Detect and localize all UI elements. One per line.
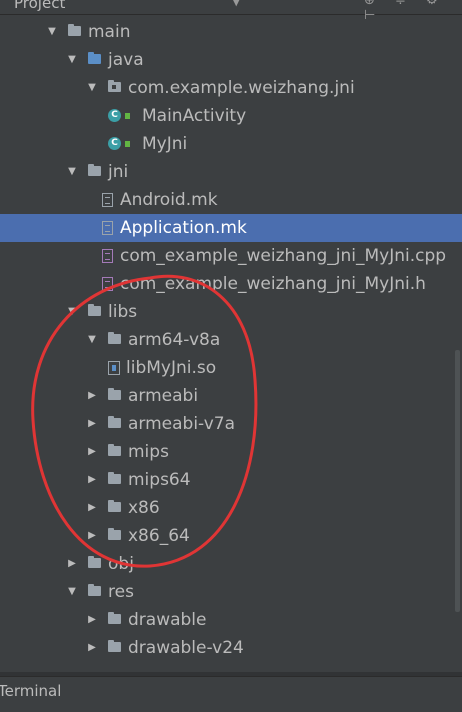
chevron-right-icon[interactable]: ▶ <box>86 494 98 522</box>
tree-row[interactable]: com_example_weizhang_jni_MyJni.h <box>0 270 462 298</box>
tree-row[interactable]: ▼ com.example.weizhang.jni <box>0 74 462 102</box>
tree-row[interactable]: libMyJni.so <box>0 354 462 382</box>
project-title[interactable]: Project <box>14 0 65 12</box>
tree-item-label: x86 <box>128 498 160 518</box>
lock-icon <box>125 113 130 119</box>
vertical-scrollbar[interactable] <box>455 350 460 612</box>
bottom-tool-bar: Terminal <box>0 676 462 712</box>
tree-item-label: libs <box>108 302 138 322</box>
chevron-right-icon[interactable]: ▶ <box>66 550 78 578</box>
tree-row[interactable]: ▶ drawable <box>0 606 462 634</box>
tree-item-label: obj <box>108 554 134 574</box>
tree-row[interactable]: ▶ mips64 <box>0 466 462 494</box>
folder-icon <box>108 388 121 400</box>
class-icon: C <box>108 137 121 150</box>
tree-row[interactable]: Android.mk <box>0 186 462 214</box>
tree-item-label: MainActivity <box>142 106 247 126</box>
folder-icon <box>108 444 121 456</box>
tree-item-label: jni <box>108 162 129 182</box>
tree-row[interactable]: ▶ armeabi-v7a <box>0 410 462 438</box>
tree-item-label: Android.mk <box>120 190 218 210</box>
tree-row[interactable]: ▶ x86_64 <box>0 522 462 550</box>
folder-icon <box>88 556 101 568</box>
header-file-icon <box>102 277 113 291</box>
tree-item-label: java <box>108 50 144 70</box>
folder-icon <box>88 164 101 176</box>
cpp-file-icon <box>102 249 113 263</box>
tree-row[interactable]: com_example_weizhang_jni_MyJni.cpp <box>0 242 462 270</box>
tree-row[interactable]: ▶ x86 <box>0 494 462 522</box>
chevron-right-icon[interactable]: ▶ <box>86 438 98 466</box>
chevron-right-icon[interactable]: ▶ <box>86 410 98 438</box>
folder-icon <box>108 640 121 652</box>
folder-icon <box>68 24 81 36</box>
tree-item-label: com_example_weizhang_jni_MyJni.h <box>120 274 426 294</box>
folder-icon <box>88 584 101 596</box>
folder-icon <box>88 304 101 316</box>
chevron-down-icon[interactable]: ▼ <box>232 0 240 8</box>
tree-row[interactable]: ▶ armeabi <box>0 382 462 410</box>
lock-icon <box>125 141 130 147</box>
tree-item-label: arm64-v8a <box>128 330 221 350</box>
folder-icon <box>108 332 121 344</box>
chevron-down-icon[interactable]: ▼ <box>86 74 98 102</box>
tree-row[interactable]: C MainActivity <box>0 102 462 130</box>
project-tree: ▼ main ▼ java ▼ com.example.weizhang.jni C Main… <box>0 18 462 662</box>
tree-item-label: Application.mk <box>120 218 247 238</box>
chevron-down-icon[interactable]: ▼ <box>66 298 78 326</box>
project-tool-window: { "header": { "title": "Project" }, "tre… <box>0 0 462 712</box>
tree-row[interactable]: ▼ java <box>0 46 462 74</box>
file-icon <box>102 221 113 235</box>
class-icon: C <box>108 109 121 122</box>
tree-row[interactable]: ▼ jni <box>0 158 462 186</box>
folder-icon <box>108 416 121 428</box>
chevron-down-icon[interactable]: ▼ <box>66 158 78 186</box>
package-icon <box>108 80 121 92</box>
tree-item-label: libMyJni.so <box>126 358 217 378</box>
tree-item-label: x86_64 <box>128 526 190 546</box>
tree-item-label: res <box>108 582 134 602</box>
chevron-right-icon[interactable]: ▶ <box>86 382 98 410</box>
tree-row[interactable]: ▶ mips <box>0 438 462 466</box>
chevron-down-icon[interactable]: ▼ <box>46 18 58 46</box>
folder-icon <box>108 472 121 484</box>
tree-item-label: armeabi <box>128 386 199 406</box>
chevron-right-icon[interactable]: ▶ <box>86 606 98 634</box>
tree-item-label: drawable-v24 <box>128 638 244 658</box>
project-header: Project ▼ ⊕ ≑ ⚙ ⊢ <box>0 0 462 23</box>
tree-row[interactable]: ▶ drawable-v24 <box>0 634 462 662</box>
chevron-down-icon[interactable]: ▼ <box>66 46 78 74</box>
folder-icon <box>108 528 121 540</box>
folder-icon <box>108 500 121 512</box>
tree-item-label: mips <box>128 442 169 462</box>
chevron-right-icon[interactable]: ▶ <box>86 522 98 550</box>
chevron-right-icon[interactable]: ▶ <box>86 634 98 662</box>
source-folder-icon <box>88 52 101 64</box>
tree-item-label: com.example.weizhang.jni <box>128 78 355 98</box>
chevron-down-icon[interactable]: ▼ <box>66 578 78 606</box>
tree-item-label: armeabi-v7a <box>128 414 236 434</box>
chevron-right-icon[interactable]: ▶ <box>86 466 98 494</box>
library-icon <box>108 361 120 375</box>
tree-row[interactable]: Application.mk <box>0 214 462 242</box>
tree-item-label: mips64 <box>128 470 191 490</box>
tree-row[interactable]: ▶ obj <box>0 550 462 578</box>
tree-item-label: MyJni <box>142 134 188 154</box>
tree-item-label: main <box>88 22 131 42</box>
tree-row[interactable]: ▼ main <box>0 18 462 46</box>
folder-icon <box>108 612 121 624</box>
tree-item-label: drawable <box>128 610 207 630</box>
tree-row[interactable]: ▼ libs <box>0 298 462 326</box>
tree-row[interactable]: C MyJni <box>0 130 462 158</box>
tree-row[interactable]: ▼ res <box>0 578 462 606</box>
tree-row[interactable]: ▼ arm64-v8a <box>0 326 462 354</box>
chevron-down-icon[interactable]: ▼ <box>86 326 98 354</box>
tree-item-label: com_example_weizhang_jni_MyJni.cpp <box>120 246 447 266</box>
file-icon <box>102 193 113 207</box>
terminal-tab[interactable]: Terminal <box>0 682 61 700</box>
